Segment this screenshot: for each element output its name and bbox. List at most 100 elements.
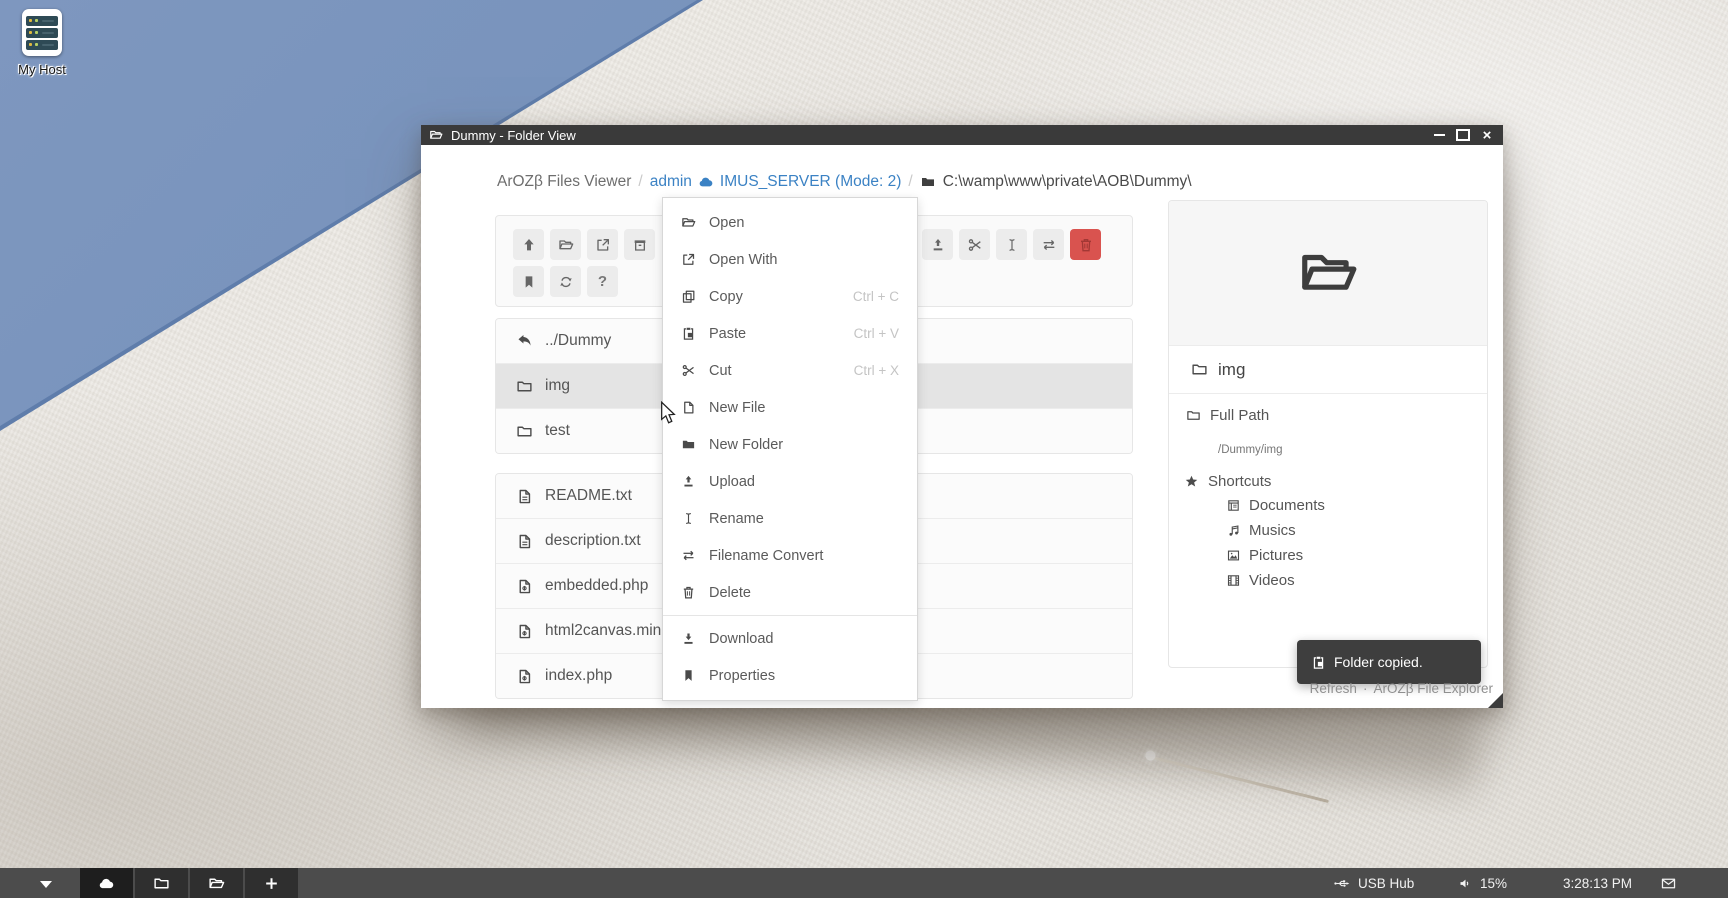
taskbar-item-folder-view[interactable] (190, 868, 243, 898)
shortcut-pictures[interactable]: Pictures (1226, 547, 1303, 564)
shortcut-documents[interactable]: Documents (1226, 497, 1325, 514)
menu-item-open[interactable]: Open (663, 204, 917, 241)
upload-icon (681, 474, 696, 489)
menu-item-new-folder[interactable]: New Folder (663, 426, 917, 463)
menu-item-properties[interactable]: Properties (663, 657, 917, 694)
menu-item-cut[interactable]: Cut Ctrl + X (663, 352, 917, 389)
full-path-value: /Dummy/img (1218, 444, 1283, 456)
archive-icon (632, 237, 648, 253)
swap-arrows-icon (681, 548, 696, 563)
taskbar-item-add[interactable] (245, 868, 298, 898)
rename-button[interactable] (996, 229, 1027, 260)
desktop-icon-my-host[interactable]: My Host (13, 9, 71, 77)
menu-item-download[interactable]: Download (663, 620, 917, 657)
window-footer: Refresh · ArOZβ File Explorer (1310, 681, 1493, 696)
speaker-icon (1458, 876, 1473, 891)
scissors-icon (681, 363, 696, 378)
folder-icon (153, 875, 170, 892)
copy-icon (681, 289, 696, 304)
folder-open-icon (558, 237, 574, 253)
usb-icon (1333, 875, 1350, 892)
file-text-icon (516, 488, 533, 505)
close-button[interactable]: × (1479, 127, 1495, 143)
cut-button[interactable] (959, 229, 990, 260)
breadcrumb-server-link[interactable]: admin IMUS_SERVER (Mode: 2) (650, 173, 902, 191)
menu-item-paste[interactable]: Paste Ctrl + V (663, 315, 917, 352)
menu-item-new-file[interactable]: New File (663, 389, 917, 426)
refresh-button[interactable] (550, 266, 581, 297)
up-arrow-icon (521, 237, 537, 253)
minimize-button[interactable] (1431, 127, 1447, 143)
document-icon (1226, 498, 1241, 513)
back-arrow-icon (516, 333, 533, 350)
folder-icon (1191, 361, 1208, 378)
ibeam-icon (681, 511, 696, 526)
breadcrumb-root[interactable]: ArOZβ Files Viewer (497, 173, 631, 191)
mouse-cursor (659, 401, 677, 430)
delete-button[interactable] (1070, 229, 1101, 260)
tray-usb[interactable]: USB Hub (1333, 868, 1414, 898)
properties-button[interactable] (513, 266, 544, 297)
breadcrumb: ArOZβ Files Viewer / admin IMUS_SERVER (… (497, 169, 1192, 195)
desktop: My Host Dummy - Folder View × ArOZβ File… (0, 0, 1728, 898)
toast-notification: Folder copied. (1297, 640, 1481, 684)
tray-volume[interactable]: 15% (1458, 868, 1507, 898)
tray-clock: 3:28:13 PM (1563, 868, 1632, 898)
archive-button[interactable] (624, 229, 655, 260)
cloud-icon (98, 875, 115, 892)
folder-open-icon (681, 215, 696, 230)
envelope-icon (1660, 875, 1677, 892)
desktop-icon-label: My Host (13, 62, 71, 77)
window-titlebar[interactable]: Dummy - Folder View × (421, 125, 1503, 145)
taskbar: USB Hub 15% 3:28:13 PM (0, 868, 1728, 898)
tray-mail[interactable] (1660, 868, 1677, 898)
menu-item-copy[interactable]: Copy Ctrl + C (663, 278, 917, 315)
upload-button[interactable] (922, 229, 953, 260)
menu-divider (663, 615, 917, 616)
app-link[interactable]: ArOZβ File Explorer (1373, 681, 1493, 696)
trash-icon (681, 585, 696, 600)
resize-handle[interactable] (1488, 693, 1503, 708)
download-icon (681, 631, 696, 646)
scissors-icon (967, 237, 983, 253)
open-with-button[interactable] (587, 229, 618, 260)
taskbar-item-cloud[interactable] (80, 868, 133, 898)
ibeam-icon (1004, 237, 1020, 253)
new-file-icon (681, 400, 696, 415)
plus-icon (263, 875, 280, 892)
external-link-icon (595, 237, 611, 253)
shortcut-videos[interactable]: Videos (1226, 572, 1295, 589)
help-button[interactable]: ? (587, 266, 618, 297)
menu-item-open-with[interactable]: Open With (663, 241, 917, 278)
bookmark-icon (681, 668, 696, 683)
refresh-link[interactable]: Refresh (1310, 681, 1357, 696)
star-icon (1184, 474, 1199, 489)
picture-icon (1226, 548, 1241, 563)
full-path-label: Full Path (1186, 407, 1269, 424)
menu-item-filename-convert[interactable]: Filename Convert (663, 537, 917, 574)
breadcrumb-separator: / (908, 173, 912, 191)
folder-icon (516, 423, 533, 440)
maximize-button[interactable] (1455, 127, 1471, 143)
menu-item-delete[interactable]: Delete (663, 574, 917, 611)
selected-item-header: img (1169, 346, 1487, 394)
folder-icon (516, 378, 533, 395)
menu-item-upload[interactable]: Upload (663, 463, 917, 500)
window-title: Dummy - Folder View (451, 128, 576, 143)
paste-icon (1311, 655, 1326, 670)
menu-item-rename[interactable]: Rename (663, 500, 917, 537)
filename-convert-button[interactable] (1033, 229, 1064, 260)
bookmark-icon (521, 274, 537, 290)
cloud-icon (698, 174, 714, 190)
new-folder-icon (681, 437, 696, 452)
server-icon (22, 9, 62, 56)
external-link-icon (681, 252, 696, 267)
taskbar-item-folder[interactable] (135, 868, 188, 898)
folder-view-window: Dummy - Folder View × ArOZβ Files Viewer… (421, 125, 1503, 708)
details-panel: img Full Path /Dummy/img Shortcuts Docum… (1168, 200, 1488, 668)
chevron-down-icon[interactable] (40, 881, 52, 888)
open-button[interactable] (550, 229, 581, 260)
shortcut-musics[interactable]: Musics (1226, 522, 1296, 539)
go-up-button[interactable] (513, 229, 544, 260)
folder-icon (920, 174, 936, 190)
